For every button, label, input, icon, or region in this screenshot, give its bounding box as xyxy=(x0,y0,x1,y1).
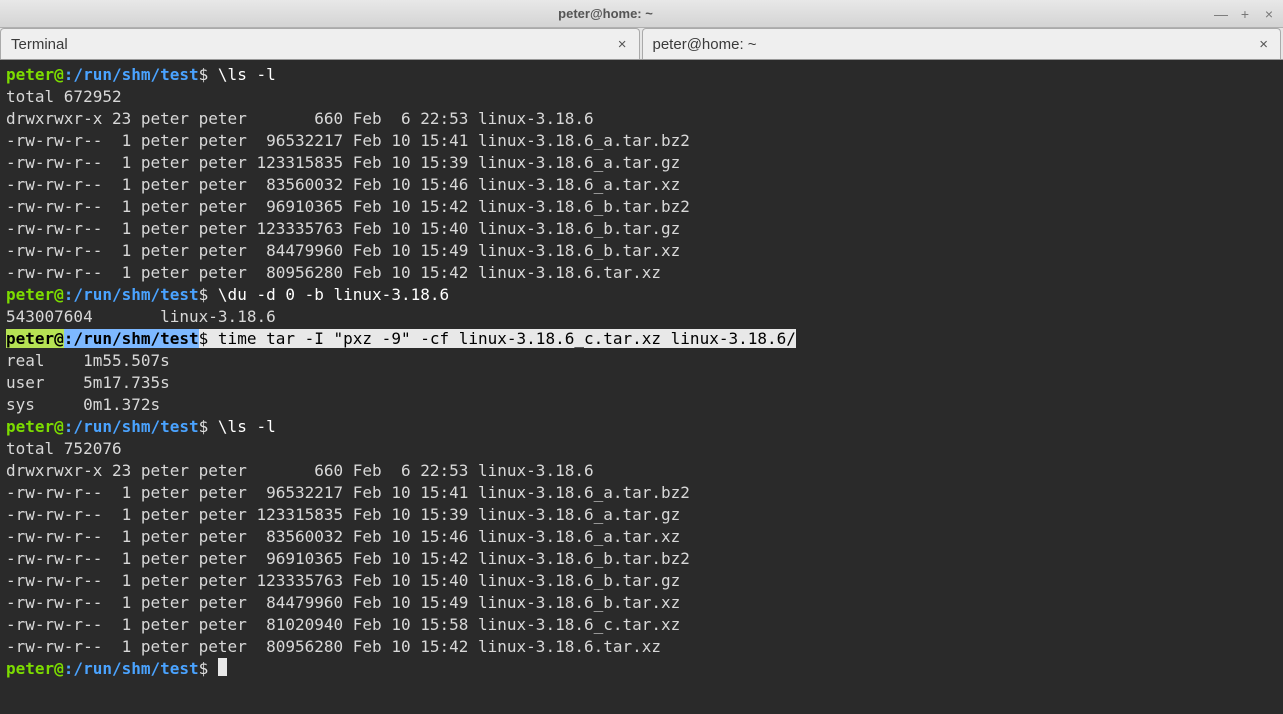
terminal-line: 543007604 linux-3.18.6 xyxy=(6,306,1277,328)
window-titlebar: peter@home: ~ — + × xyxy=(0,0,1283,28)
terminal-line: drwxrwxr-x 23 peter peter 660 Feb 6 22:5… xyxy=(6,460,1277,482)
terminal-line: -rw-rw-r-- 1 peter peter 123335763 Feb 1… xyxy=(6,218,1277,240)
close-icon[interactable]: × xyxy=(1257,36,1270,53)
terminal-line: -rw-rw-r-- 1 peter peter 84479960 Feb 10… xyxy=(6,240,1277,262)
minimize-button[interactable]: — xyxy=(1213,6,1229,22)
tab-bar: Terminal × peter@home: ~ × xyxy=(0,28,1283,60)
close-button[interactable]: × xyxy=(1261,6,1277,22)
terminal-line: -rw-rw-r-- 1 peter peter 80956280 Feb 10… xyxy=(6,262,1277,284)
terminal-line: -rw-rw-r-- 1 peter peter 83560032 Feb 10… xyxy=(6,526,1277,548)
terminal-line: drwxrwxr-x 23 peter peter 660 Feb 6 22:5… xyxy=(6,108,1277,130)
terminal-line: -rw-rw-r-- 1 peter peter 84479960 Feb 10… xyxy=(6,592,1277,614)
terminal-line: -rw-rw-r-- 1 peter peter 123315835 Feb 1… xyxy=(6,504,1277,526)
terminal-line: -rw-rw-r-- 1 peter peter 96532217 Feb 10… xyxy=(6,130,1277,152)
terminal-viewport[interactable]: peter@:/run/shm/test$ \ls -ltotal 672952… xyxy=(0,60,1283,714)
terminal-line-highlighted: peter@:/run/shm/test$ time tar -I "pxz -… xyxy=(6,328,1277,350)
cursor-icon xyxy=(218,658,227,676)
tab-shell[interactable]: peter@home: ~ × xyxy=(642,28,1282,59)
maximize-button[interactable]: + xyxy=(1237,6,1253,22)
terminal-line: peter@:/run/shm/test$ \ls -l xyxy=(6,64,1277,86)
close-icon[interactable]: × xyxy=(616,36,629,53)
terminal-line: -rw-rw-r-- 1 peter peter 96910365 Feb 10… xyxy=(6,196,1277,218)
terminal-line: -rw-rw-r-- 1 peter peter 81020940 Feb 10… xyxy=(6,614,1277,636)
terminal-line: peter@:/run/shm/test$ \du -d 0 -b linux-… xyxy=(6,284,1277,306)
terminal-line: sys 0m1.372s xyxy=(6,394,1277,416)
terminal-line: peter@:/run/shm/test$ \ls -l xyxy=(6,416,1277,438)
window-title: peter@home: ~ xyxy=(6,6,1205,21)
terminal-line: -rw-rw-r-- 1 peter peter 123335763 Feb 1… xyxy=(6,570,1277,592)
terminal-line: user 5m17.735s xyxy=(6,372,1277,394)
terminal-line: total 672952 xyxy=(6,86,1277,108)
terminal-line: -rw-rw-r-- 1 peter peter 80956280 Feb 10… xyxy=(6,636,1277,658)
terminal-line: peter@:/run/shm/test$ xyxy=(6,658,1277,680)
terminal-line: total 752076 xyxy=(6,438,1277,460)
tab-label: peter@home: ~ xyxy=(653,36,1258,53)
tab-terminal[interactable]: Terminal × xyxy=(0,28,640,59)
terminal-line: -rw-rw-r-- 1 peter peter 96532217 Feb 10… xyxy=(6,482,1277,504)
tab-label: Terminal xyxy=(11,36,616,53)
terminal-line: -rw-rw-r-- 1 peter peter 123315835 Feb 1… xyxy=(6,152,1277,174)
terminal-line: -rw-rw-r-- 1 peter peter 83560032 Feb 10… xyxy=(6,174,1277,196)
terminal-line: real 1m55.507s xyxy=(6,350,1277,372)
terminal-line: -rw-rw-r-- 1 peter peter 96910365 Feb 10… xyxy=(6,548,1277,570)
